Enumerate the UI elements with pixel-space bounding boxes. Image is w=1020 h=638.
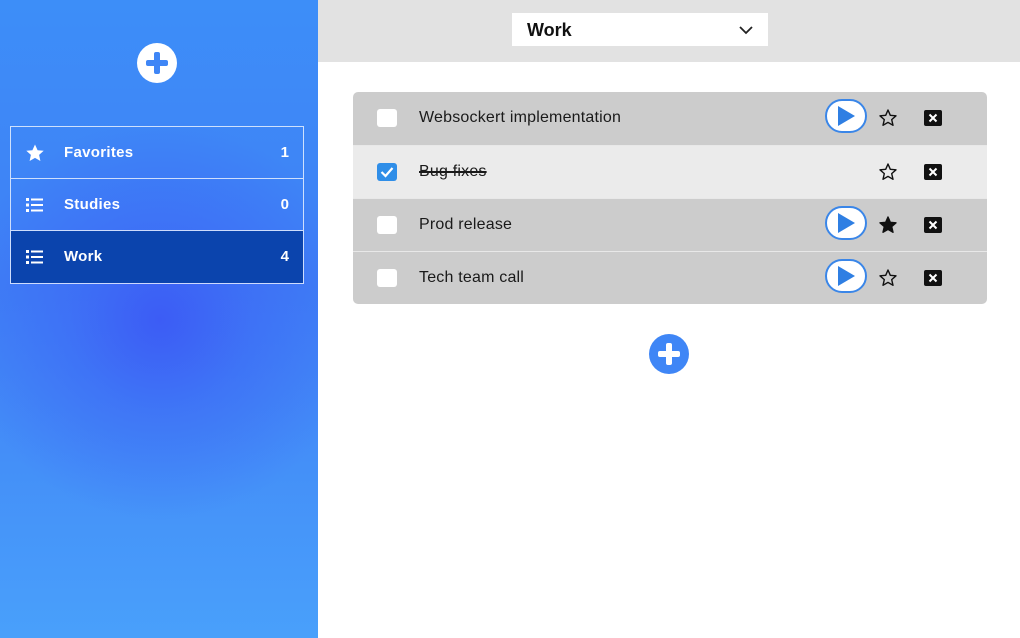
- delete-icon[interactable]: [924, 270, 942, 286]
- task-title: Prod release: [419, 216, 513, 233]
- sidebar-item-label: Studies: [64, 196, 121, 213]
- task-checkbox[interactable]: [377, 109, 397, 127]
- task-row: Websockert implementation: [353, 92, 987, 145]
- checkmark-icon: [380, 167, 394, 178]
- list-select-dropdown[interactable]: Work: [512, 13, 768, 46]
- header: Work: [318, 0, 1020, 62]
- selected-list-label: Work: [527, 20, 572, 40]
- task-checkbox[interactable]: [377, 216, 397, 234]
- task-checkbox[interactable]: [377, 269, 397, 287]
- list-icon: [26, 198, 43, 212]
- sidebar-item-favorites[interactable]: Favorites 1: [11, 127, 303, 179]
- sidebar-item-label: Work: [64, 248, 103, 265]
- task-row: Tech team call: [353, 251, 987, 304]
- play-button[interactable]: [825, 259, 867, 293]
- task-list: Websockert implementation Bug fixes Prod…: [353, 92, 987, 304]
- task-title: Websockert implementation: [419, 109, 622, 126]
- star-icon: [26, 144, 44, 161]
- task-title: Bug fixes: [419, 163, 487, 180]
- sidebar-item-count: 0: [280, 196, 289, 213]
- play-icon: [838, 266, 855, 286]
- task-row: Prod release: [353, 198, 987, 251]
- add-task-button[interactable]: [649, 334, 689, 374]
- delete-icon[interactable]: [924, 217, 942, 233]
- sidebar-item-count: 4: [280, 248, 289, 265]
- sidebar-item-studies[interactable]: Studies 0: [11, 179, 303, 231]
- chevron-down-icon: [739, 26, 753, 35]
- task-checkbox[interactable]: [377, 163, 397, 181]
- star-outline-icon[interactable]: [878, 108, 898, 128]
- delete-icon[interactable]: [924, 110, 942, 126]
- task-row: Bug fixes: [353, 145, 987, 198]
- sidebar-item-label: Favorites: [64, 144, 134, 161]
- star-filled-icon[interactable]: [878, 215, 898, 235]
- delete-icon[interactable]: [924, 164, 942, 180]
- sidebar-item-count: 1: [280, 144, 289, 161]
- sidebar: Favorites 1 Studies 0 Work 4: [0, 0, 318, 638]
- list-icon: [26, 250, 43, 264]
- add-list-button[interactable]: [137, 43, 177, 83]
- star-outline-icon[interactable]: [878, 162, 898, 182]
- sidebar-item-work[interactable]: Work 4: [11, 231, 303, 283]
- play-icon: [838, 213, 855, 233]
- star-outline-icon[interactable]: [878, 268, 898, 288]
- play-button[interactable]: [825, 99, 867, 133]
- task-title: Tech team call: [419, 269, 525, 286]
- play-button[interactable]: [825, 206, 867, 240]
- play-icon: [838, 106, 855, 126]
- list-nav: Favorites 1 Studies 0 Work 4: [10, 126, 304, 284]
